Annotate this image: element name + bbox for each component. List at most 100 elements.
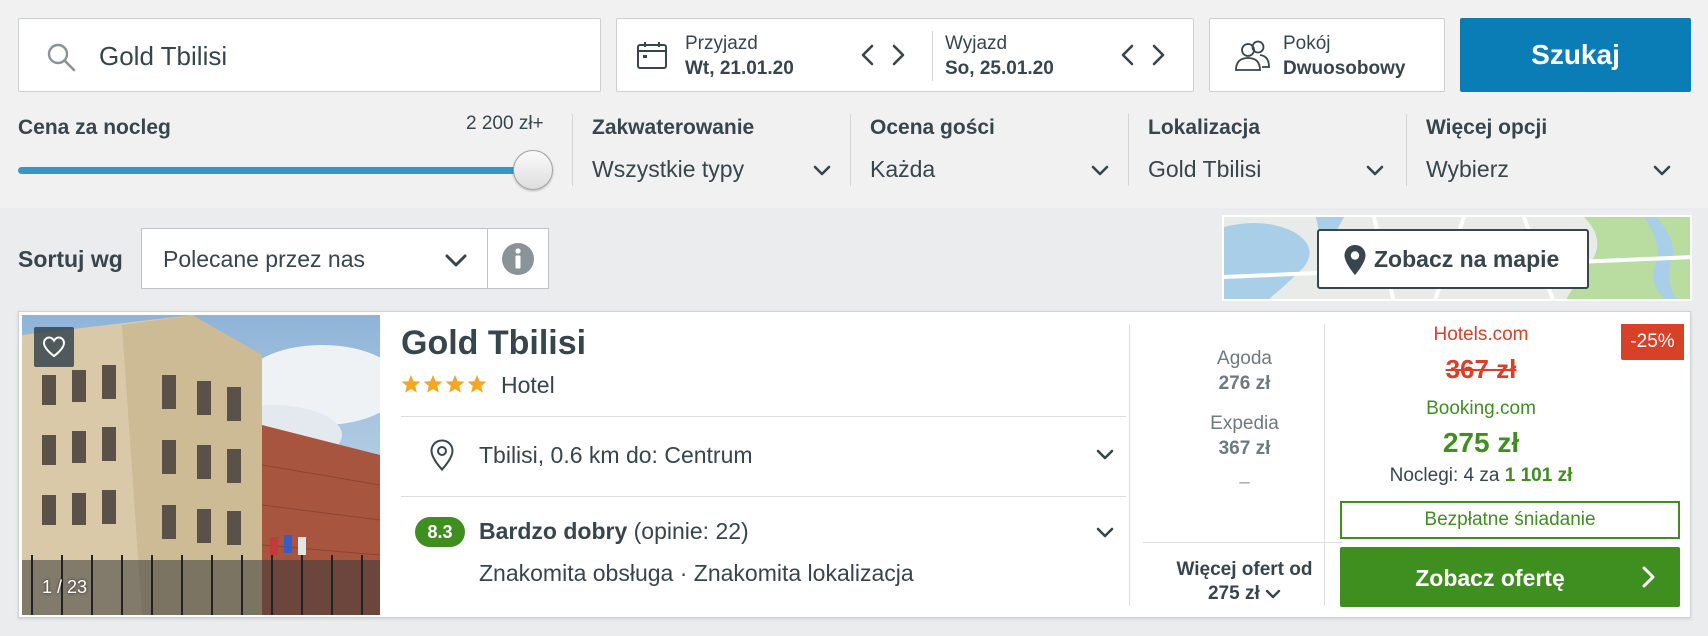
favorite-button[interactable]: [34, 327, 74, 367]
price-max-label: 2 200 zł+: [466, 113, 544, 134]
rating-filter-title: Ocena gości: [870, 116, 995, 139]
room-selector[interactable]: Pokój Dwuosobowy: [1209, 18, 1445, 92]
sort-value: Polecane przez nas: [163, 246, 366, 272]
rating-filter-select[interactable]: Każda: [870, 150, 1120, 190]
review-highlights: Znakomita obsługa · Znakomita lokalizacj…: [479, 560, 914, 586]
deal-price: 275 zł: [1442, 427, 1520, 458]
hotel-stars: [401, 375, 487, 393]
more-filter-title: Więcej opcji: [1426, 116, 1548, 139]
offer-price: 276 zł: [1218, 373, 1271, 394]
free-breakfast-badge: Bezpłatne śniadanie: [1340, 501, 1680, 539]
nights-summary: Noclegi: 4 za 1 101 zł: [1341, 465, 1621, 487]
search-button[interactable]: Szukaj: [1460, 18, 1691, 92]
hotel-name[interactable]: Gold Tbilisi: [401, 324, 586, 363]
star-icon: [401, 375, 421, 393]
compare-price: 367 zł: [1445, 354, 1517, 384]
rating-reviews: (opinie: 22): [633, 518, 749, 544]
checkout-label: Wyjazd: [945, 33, 1008, 54]
divider: [401, 496, 1126, 497]
view-offer-button[interactable]: Zobacz ofertę: [1340, 547, 1680, 607]
search-panel: Gold Tbilisi Przyjazd Wt, 21.01.20 Wyjaz…: [0, 0, 1708, 208]
location-filter-select[interactable]: Gold Tbilisi: [1148, 150, 1398, 190]
rating-filter-value: Każda: [870, 156, 936, 182]
star-icon: [467, 375, 487, 393]
map-pin-icon: [1344, 245, 1366, 275]
sort-label: Sortuj wg: [18, 246, 123, 272]
filter-divider: [1128, 114, 1129, 186]
chevron-down-icon: [1091, 165, 1109, 176]
accommodation-filter-select[interactable]: Wszystkie typy: [592, 150, 842, 190]
date-divider: [932, 31, 933, 81]
sort-select[interactable]: Polecane przez nas: [141, 228, 488, 289]
checkin-prev-icon[interactable]: [858, 43, 878, 67]
hotel-location: Tbilisi, 0.6 km do: Centrum: [479, 442, 753, 468]
rating-row[interactable]: 8.3 Bardzo dobry (opinie: 22) Znakomita …: [401, 502, 1126, 602]
column-divider: [1129, 324, 1130, 606]
search-query: Gold Tbilisi: [99, 41, 228, 71]
hotel-result-card: 1 / 23 Gold Tbilisi Hotel Tbilisi, 0.6 k…: [18, 311, 1691, 618]
hotel-photo[interactable]: 1 / 23: [22, 315, 380, 615]
room-value: Dwuosobowy: [1283, 58, 1406, 79]
location-filter-value: Gold Tbilisi: [1148, 156, 1262, 182]
chevron-down-icon: [1366, 165, 1384, 176]
room-label: Pokój: [1283, 33, 1331, 54]
chevron-right-icon: [1642, 566, 1655, 588]
chevron-down-icon: [445, 254, 467, 267]
image-counter: 1 / 23: [42, 577, 88, 597]
divider: [1143, 542, 1343, 543]
chevron-down-icon: [1096, 527, 1114, 538]
price-slider-track[interactable]: [18, 167, 534, 174]
filter-divider: [572, 114, 573, 186]
nights-text: Noclegi: 4 za: [1389, 465, 1500, 486]
checkout-prev-icon[interactable]: [1118, 43, 1138, 67]
show-map-button[interactable]: Zobacz na mapie: [1317, 229, 1589, 289]
divider: [401, 416, 1126, 417]
accommodation-filter-value: Wszystkie typy: [592, 156, 745, 182]
more-filter-value: Wybierz: [1426, 156, 1509, 182]
checkout-value: So, 25.01.20: [945, 58, 1054, 79]
checkin-value: Wt, 21.01.20: [685, 58, 794, 79]
hotel-type: Hotel: [501, 372, 555, 398]
nights-total: 1 101 zł: [1504, 465, 1573, 486]
more-offers-link[interactable]: Więcej ofert od 275 zł: [1143, 558, 1346, 606]
search-input[interactable]: Gold Tbilisi: [18, 18, 601, 92]
accommodation-filter-title: Zakwaterowanie: [592, 116, 755, 139]
checkout-field[interactable]: Wyjazd So, 25.01.20: [945, 33, 1054, 80]
price-slider-handle[interactable]: [513, 150, 553, 190]
rating-summary: Bardzo dobry (opinie: 22): [479, 518, 749, 545]
more-filter-select[interactable]: Wybierz: [1426, 150, 1676, 190]
deal-provider: Booking.com: [1426, 398, 1536, 419]
checkin-label: Przyjazd: [685, 33, 758, 54]
rating-label: Bardzo dobry: [479, 518, 628, 544]
compare-provider: Hotels.com: [1433, 324, 1529, 345]
search-icon: [47, 43, 76, 72]
chevron-down-icon: [813, 165, 831, 176]
checkin-next-icon[interactable]: [888, 43, 908, 67]
location-row[interactable]: Tbilisi, 0.6 km do: Centrum: [401, 418, 1126, 490]
offer-provider: Agoda: [1217, 348, 1272, 369]
filter-divider: [1406, 114, 1407, 186]
people-icon: [1235, 40, 1270, 71]
rating-score-badge: 8.3: [415, 517, 465, 547]
star-icon: [445, 375, 465, 393]
view-offer-label: Zobacz ofertę: [1415, 565, 1565, 591]
map-pin-icon: [430, 439, 454, 471]
other-offer-expedia[interactable]: Expedia 367 zł: [1147, 413, 1342, 460]
chevron-down-icon: [1265, 589, 1281, 599]
sort-info-button[interactable]: [487, 228, 549, 289]
date-picker[interactable]: Przyjazd Wt, 21.01.20 Wyjazd So, 25.01.2…: [616, 18, 1194, 92]
heart-icon: [42, 336, 66, 358]
filter-divider: [850, 114, 851, 186]
info-icon: [502, 243, 534, 275]
star-icon: [423, 375, 443, 393]
location-filter-title: Lokalizacja: [1148, 116, 1261, 139]
chevron-down-icon: [1653, 165, 1671, 176]
hotel-image: [22, 315, 380, 615]
chevron-down-icon: [1096, 449, 1114, 460]
other-offer-agoda[interactable]: Agoda 276 zł: [1147, 348, 1342, 395]
checkin-field[interactable]: Przyjazd Wt, 21.01.20: [685, 33, 794, 80]
offer-provider: Expedia: [1210, 413, 1279, 434]
checkout-next-icon[interactable]: [1148, 43, 1168, 67]
offer-price: 367 zł: [1218, 438, 1271, 459]
more-offers-price: 275 zł: [1207, 583, 1260, 604]
